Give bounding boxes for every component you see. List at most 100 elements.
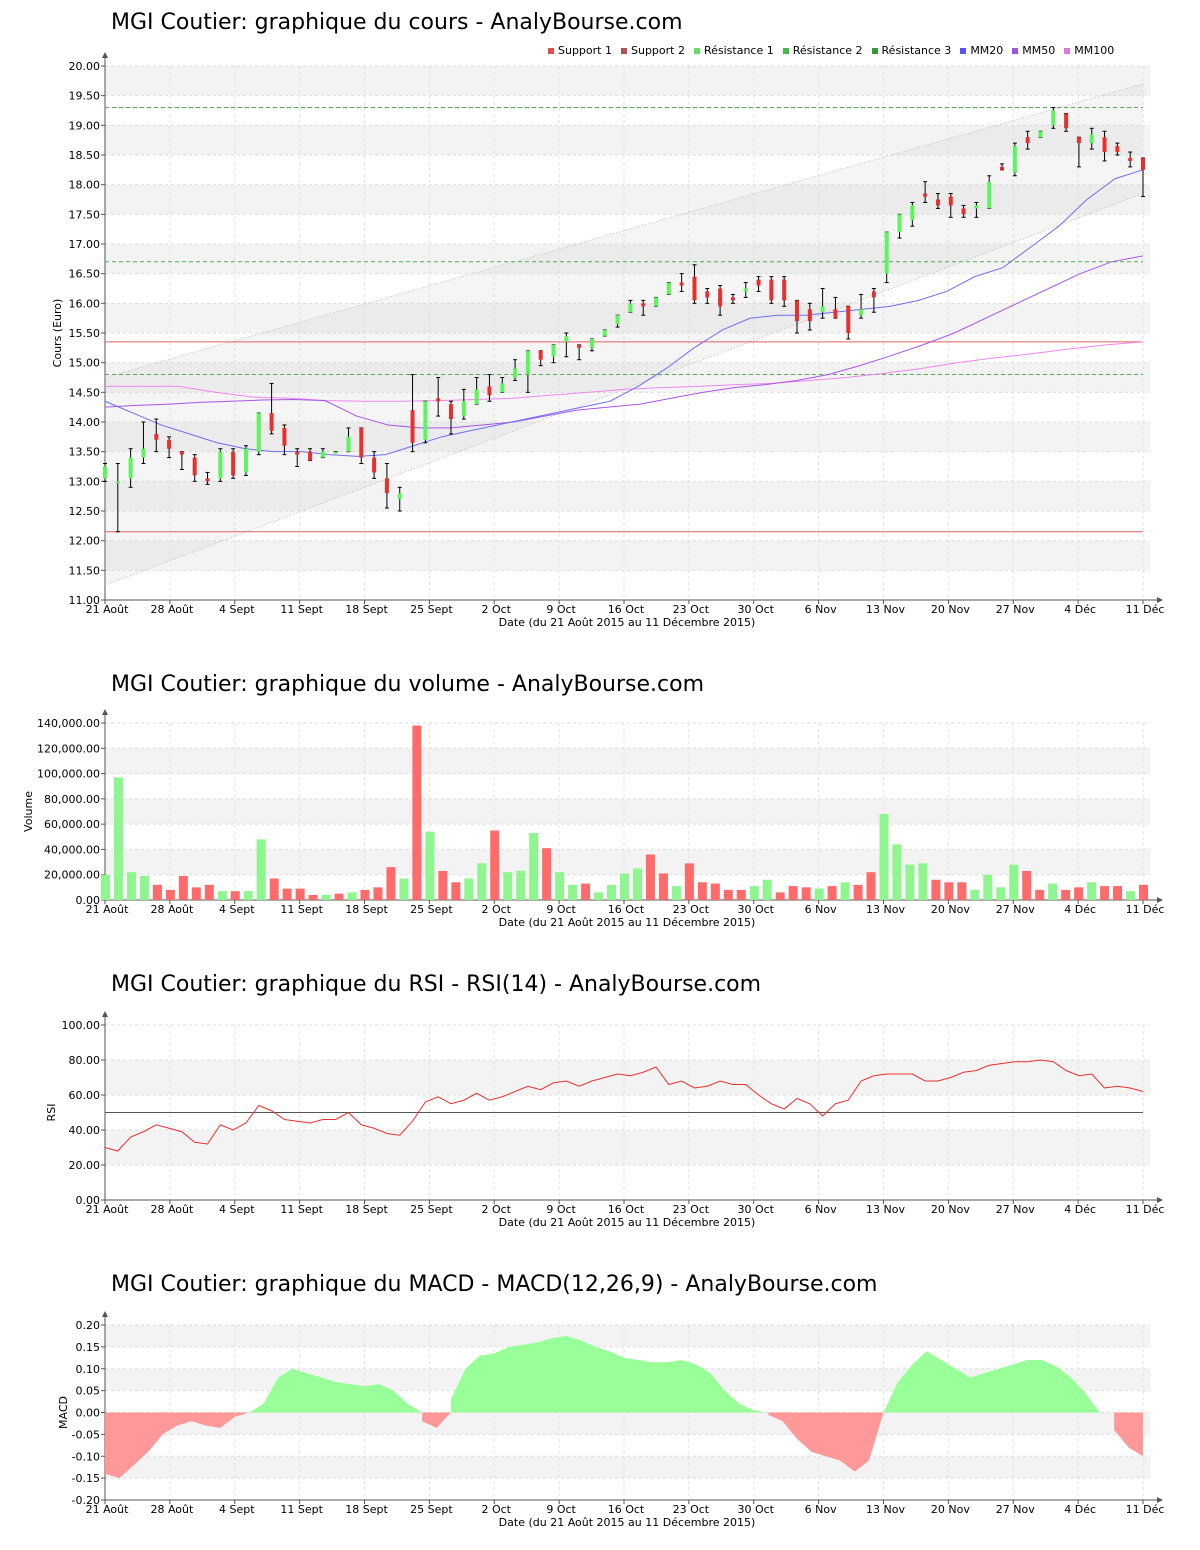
x-tick-label: 4 Déc <box>1064 903 1096 916</box>
volume-bar <box>101 874 110 900</box>
candle-body <box>1089 134 1094 144</box>
volume-bar <box>996 887 1006 900</box>
y-axis-arrow <box>102 52 108 58</box>
volume-bar <box>853 884 863 900</box>
candle-body <box>256 413 261 452</box>
x-tick-label: 23 Oct <box>673 903 710 916</box>
volume-bar <box>775 892 785 900</box>
price-panel: MGI Coutier: graphique du cours - AnalyB… <box>0 0 1200 640</box>
volume-bar <box>568 884 578 900</box>
volume-bar <box>710 883 720 900</box>
candle-body <box>359 427 364 458</box>
y-tick-label: 20.00 <box>69 1159 101 1172</box>
grid-band <box>105 1130 1150 1165</box>
candle-body <box>154 433 159 440</box>
x-tick-label: 11 Sept <box>280 603 323 616</box>
volume-bar <box>840 882 850 900</box>
y-axis-arrow <box>102 709 108 715</box>
volume-bar <box>905 864 915 900</box>
y-tick-label: 40,000.00 <box>44 843 100 856</box>
candle-body <box>769 279 774 301</box>
candle-body <box>1076 137 1081 144</box>
volume-bar <box>542 848 552 900</box>
volume-bar <box>438 870 448 900</box>
volume-bar <box>451 882 461 900</box>
x-tick-label: 9 Oct <box>546 1203 576 1216</box>
y-tick-label: 12.50 <box>69 505 101 518</box>
x-tick-label: 6 Nov <box>805 903 837 916</box>
candle-body <box>795 300 799 322</box>
volume-bar <box>490 830 500 900</box>
candle-body <box>730 297 735 301</box>
x-tick-label: 4 Déc <box>1064 1503 1096 1516</box>
x-tick-label: 21 Août <box>86 1503 130 1516</box>
x-tick-label: 25 Sept <box>410 1203 453 1216</box>
candle-body <box>1038 131 1043 138</box>
y-tick-label: 60.00 <box>69 1089 101 1102</box>
candle-body <box>923 193 928 197</box>
x-axis-title: Date (du 21 Août 2015 au 11 Décembre 201… <box>499 1516 756 1529</box>
y-tick-label: 0.15 <box>76 1341 101 1354</box>
candle-body <box>615 315 620 325</box>
volume-bar <box>1087 882 1097 900</box>
volume-bar <box>918 863 928 900</box>
candle-body <box>897 214 902 233</box>
y-tick-label: 17.00 <box>69 238 101 251</box>
grid-band <box>105 66 1150 96</box>
candle-body <box>961 208 966 215</box>
volume-bar <box>788 886 798 900</box>
y-tick-label: 17.50 <box>69 208 101 221</box>
candle-body <box>807 309 812 322</box>
volume-bar <box>1035 889 1045 900</box>
candle-body <box>782 279 787 301</box>
macd-chart: -0.20-0.15-0.10-0.050.000.050.100.150.20… <box>57 1311 1164 1529</box>
y-tick-label: 120,000.00 <box>37 742 100 755</box>
candle-body <box>705 291 710 298</box>
x-tick-label: 4 Déc <box>1064 603 1096 616</box>
x-tick-label: 30 Oct <box>737 603 774 616</box>
candle-body <box>115 481 120 484</box>
y-tick-label: 0.05 <box>76 1385 101 1398</box>
x-tick-label: 18 Sept <box>345 603 388 616</box>
y-tick-label: -0.05 <box>72 1428 100 1441</box>
x-tick-label: 28 Août <box>150 903 194 916</box>
y-axis-title: Volume <box>22 791 35 832</box>
y-tick-label: 20,000.00 <box>44 869 100 882</box>
volume-bar <box>152 884 162 900</box>
candle-body <box>589 338 594 348</box>
x-tick-label: 30 Oct <box>737 903 774 916</box>
x-tick-label: 18 Sept <box>345 903 388 916</box>
volume-bar <box>295 888 305 900</box>
x-tick-label: 21 Août <box>86 603 130 616</box>
x-tick-label: 2 Oct <box>481 1203 511 1216</box>
candle-body <box>410 410 415 443</box>
x-tick-label: 20 Nov <box>931 1503 970 1516</box>
y-axis-title: MACD <box>57 1396 70 1429</box>
volume-bar <box>191 887 201 900</box>
candle-body <box>1141 157 1145 170</box>
rsi-chart: 0.0020.0040.0060.0080.00100.0021 Août 28 … <box>45 1011 1164 1229</box>
y-tick-label: 18.00 <box>69 179 101 192</box>
candle-body <box>205 478 210 482</box>
volume-bar <box>970 889 980 900</box>
y-tick-label: 0.00 <box>76 1407 101 1420</box>
volume-bar <box>126 872 136 900</box>
volume-bar <box>516 870 526 900</box>
volume-bar <box>827 886 837 900</box>
candle-body <box>192 457 197 476</box>
candle-body <box>436 398 441 402</box>
x-tick-label: 28 Août <box>150 1503 194 1516</box>
grid-band <box>105 540 1150 571</box>
volume-bar <box>607 884 617 900</box>
x-tick-label: 13 Nov <box>866 603 905 616</box>
candle-body <box>372 457 377 473</box>
y-tick-label: 100.00 <box>62 1019 101 1032</box>
grid-band <box>105 1456 1150 1479</box>
volume-bar <box>412 725 422 900</box>
y-axis-arrow <box>102 1011 108 1017</box>
candle-body <box>871 291 876 298</box>
candle-body <box>718 288 723 307</box>
candle-body <box>641 303 646 307</box>
volume-bar <box>477 863 487 900</box>
x-tick-label: 25 Sept <box>410 903 453 916</box>
